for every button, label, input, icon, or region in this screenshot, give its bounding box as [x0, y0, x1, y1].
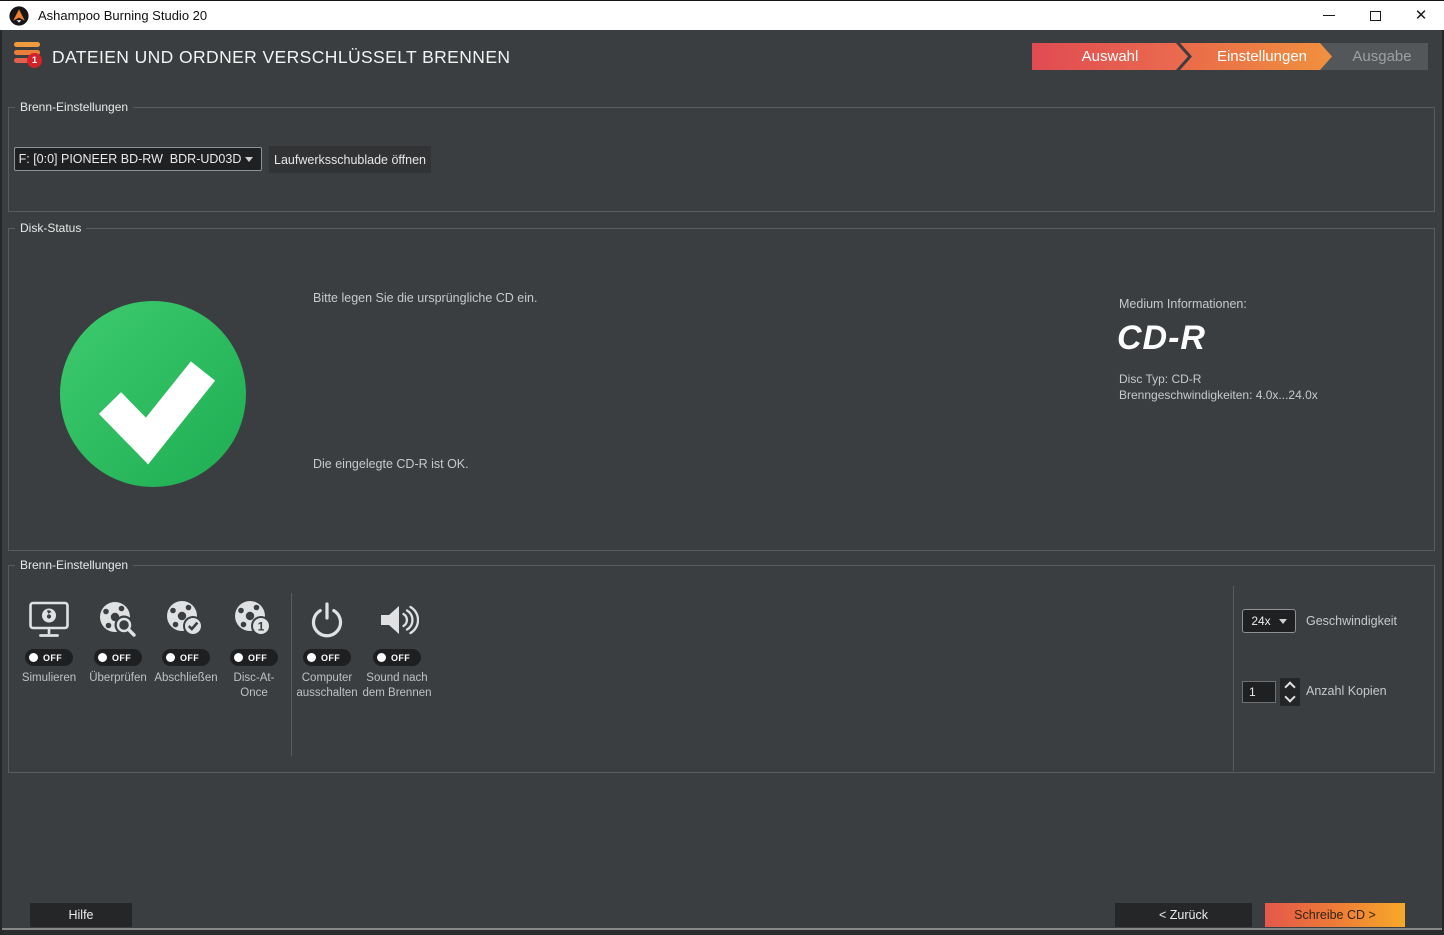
finalize-disc-icon	[163, 596, 209, 644]
power-icon	[305, 596, 349, 644]
drive-select-value: F: [0:0] PIONEER BD-RW BDR-UD03D	[18, 152, 242, 166]
chevron-down-icon	[245, 156, 253, 162]
toggle-ueberpruefen[interactable]: OFF Überprüfen	[84, 596, 152, 686]
main-menu-button[interactable]: 1	[14, 42, 42, 68]
minimize-button[interactable]	[1306, 1, 1352, 30]
toggle-switch[interactable]: OFF	[373, 649, 421, 666]
toggle-knob	[307, 653, 316, 662]
toggle-knob	[98, 653, 107, 662]
group-legend: Brenn-Einstellungen	[15, 558, 134, 572]
step-auswahl[interactable]: Auswahl	[1032, 43, 1188, 70]
disc-at-once-icon: 1	[231, 596, 277, 644]
speaker-icon	[375, 596, 419, 644]
menu-notification-badge: 1	[27, 53, 42, 68]
toggle-abschliessen[interactable]: OFF Abschließen	[152, 596, 220, 686]
toggle-switch[interactable]: OFF	[230, 649, 278, 666]
group-legend: Brenn-Einstellungen	[15, 100, 134, 114]
status-message-top: Bitte legen Sie die ursprüngliche CD ein…	[313, 291, 538, 305]
toggle-simulieren[interactable]: OFF Simulieren	[15, 596, 83, 686]
status-message-bottom: Die eingelegte CD-R ist OK.	[313, 457, 469, 471]
write-cd-button[interactable]: Schreibe CD >	[1265, 903, 1405, 927]
drive-select[interactable]: F: [0:0] PIONEER BD-RW BDR-UD03D	[14, 147, 262, 171]
burn-speeds-text: Brenngeschwindigkeiten: 4.0x...24.0x	[1119, 388, 1318, 402]
toggle-knob	[29, 653, 38, 662]
toggle-switch[interactable]: OFF	[25, 649, 73, 666]
burn-settings-top-group: Brenn-Einstellungen F: [0:0] PIONEER BD-…	[8, 100, 1435, 212]
speed-select[interactable]: 24x	[1242, 609, 1296, 633]
chevron-down-icon	[1279, 618, 1287, 624]
maximize-icon	[1369, 10, 1381, 21]
disc-type-text: Disc Typ: CD-R	[1119, 372, 1202, 386]
chevron-down-icon[interactable]	[1284, 691, 1296, 703]
toggle-knob	[377, 653, 386, 662]
disk-status-group: Disk-Status Bitte legen Sie die ursprüng…	[8, 221, 1435, 551]
copies-input[interactable]: 1	[1242, 681, 1276, 703]
toggle-knob	[234, 653, 243, 662]
medium-type-display: CD-R	[1117, 319, 1206, 357]
simulate-monitor-icon	[26, 596, 72, 644]
open-tray-button[interactable]: Laufwerksschublade öffnen	[269, 146, 431, 173]
back-button[interactable]: < Zurück	[1115, 903, 1252, 927]
maximize-button[interactable]	[1352, 1, 1398, 30]
app-window: Ashampoo Burning Studio 20 ✕ 1 DATEIEN U…	[0, 0, 1444, 935]
toggle-switch[interactable]: OFF	[303, 649, 351, 666]
wizard-steps: Auswahl Einstellungen Ausgabe	[1032, 43, 1428, 70]
toggle-switch[interactable]: OFF	[162, 649, 210, 666]
help-button[interactable]: Hilfe	[30, 903, 132, 927]
disc-ok-check-icon	[60, 301, 246, 487]
hamburger-icon	[14, 42, 40, 47]
medium-info-heading: Medium Informationen:	[1119, 297, 1247, 311]
toggle-switch[interactable]: OFF	[94, 649, 142, 666]
group-legend: Disk-Status	[15, 221, 87, 235]
window-left-border	[0, 30, 2, 935]
minimize-icon	[1323, 15, 1335, 16]
svg-text:1: 1	[258, 620, 265, 634]
speed-label: Geschwindigkeit	[1306, 614, 1398, 628]
copies-label: Anzahl Kopien	[1306, 684, 1387, 698]
toggle-disc-at-once[interactable]: 1 OFF Disc-At-Once	[220, 596, 288, 701]
toggle-knob	[166, 653, 175, 662]
verify-disc-icon	[95, 596, 141, 644]
page-title: DATEIEN UND ORDNER VERSCHLÜSSELT BRENNEN	[52, 47, 511, 67]
toggle-sound-nach-brennen[interactable]: OFF Sound nach dem Brennen	[355, 596, 439, 701]
window-title: Ashampoo Burning Studio 20	[38, 8, 208, 23]
close-icon: ✕	[1414, 7, 1428, 24]
window-bottom-strip	[0, 930, 1444, 935]
burn-settings-bottom-group: Brenn-Einstellungen OFF Simulieren OFF Ü…	[8, 558, 1435, 773]
app-logo-icon	[9, 5, 29, 26]
titlebar[interactable]: Ashampoo Burning Studio 20 ✕	[0, 1, 1444, 30]
copies-stepper[interactable]	[1280, 678, 1300, 706]
step-ausgabe[interactable]: Ausgabe	[1320, 43, 1428, 70]
divider	[1233, 586, 1234, 771]
close-button[interactable]: ✕	[1398, 1, 1444, 30]
step-einstellungen[interactable]: Einstellungen	[1180, 43, 1332, 70]
